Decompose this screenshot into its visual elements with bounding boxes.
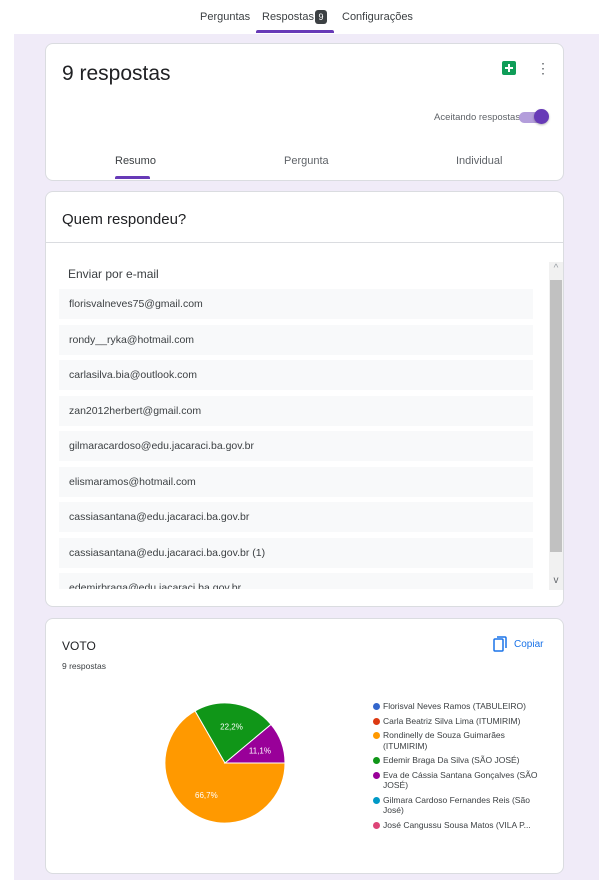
chart-legend: Florisval Neves Ramos (TABULEIRO) Carla B… [373,701,538,834]
email-row[interactable]: edemirbraga@edu.jacaraci.ba.gov.br [59,573,533,589]
tab-configuracoes[interactable]: Configurações [342,11,413,23]
legend-label: Eva de Cássia Santana Gonçalves (SÃO JOS… [383,769,538,791]
active-subtab-indicator [115,176,150,179]
legend-item: Rondinelly de Souza Guimarães (ITUMIRIM) [373,730,538,751]
question-response-count: 9 respostas [62,661,106,671]
email-row[interactable]: cassiasantana@edu.jacaraci.ba.gov.br (1) [59,537,533,568]
legend-swatch [373,703,380,710]
scroll-down-icon[interactable]: v [549,574,563,588]
pie-slice-label: 11,1% [249,746,271,755]
legend-item: Edemir Braga Da Silva (SÃO JOSÉ) [373,755,538,766]
email-list[interactable]: florisvalneves75@gmail.com rondy__ryka@h… [59,289,533,589]
legend-item: Eva de Cássia Santana Gonçalves (SÃO JOS… [373,770,538,791]
legend-item: Gilmara Cardoso Fernandes Reis (São José… [373,795,538,816]
tab-perguntas[interactable]: Perguntas [200,11,250,23]
legend-item: José Cangussu Sousa Matos (VILA P... [373,820,538,831]
tab-individual[interactable]: Individual [456,155,502,167]
legend-swatch [373,732,380,739]
pie-chart: 66,7% 22,2% 11,1% [165,703,285,823]
email-row[interactable]: carlasilva.bia@outlook.com [59,360,533,390]
email-row[interactable]: cassiasantana@edu.jacaraci.ba.gov.br [59,502,533,532]
legend-swatch [373,796,380,804]
email-list-header: Enviar por e-mail [68,267,159,281]
active-tab-indicator [256,30,334,33]
copy-icon[interactable] [493,636,507,652]
responses-count-badge: 9 [315,10,327,24]
legend-item: Carla Beatriz Silva Lima (ITUMIRIM) [373,716,538,727]
legend-label: Rondinelly de Souza Guimarães (ITUMIRIM) [383,730,505,751]
respondents-card: Quem respondeu? Enviar por e-mail floris… [45,191,564,607]
legend-label: Edemir Braga Da Silva (SÃO JOSÉ) [383,755,520,765]
legend-swatch [373,717,380,725]
legend-swatch [373,821,380,829]
email-row[interactable]: zan2012herbert@gmail.com [59,395,533,426]
scroll-thumb[interactable] [550,280,562,552]
legend-swatch [373,771,380,779]
legend-item: Florisval Neves Ramos (TABULEIRO) [373,701,538,712]
top-nav: Perguntas Respostas 9 Configurações [0,0,613,34]
tab-pergunta[interactable]: Pergunta [284,155,329,167]
pie-slice-label: 66,7% [195,791,218,800]
toggle-knob[interactable] [534,109,549,124]
divider [46,242,563,243]
legend-label: Florisval Neves Ramos (TABULEIRO) [383,701,526,711]
more-options-icon[interactable]: ⋮ [536,59,550,77]
summary-card: 9 respostas ⋮ Aceitando respostas Resumo… [45,43,564,181]
legend-label: Carla Beatriz Silva Lima (ITUMIRIM) [383,715,521,726]
pie-slice-label: 22,2% [220,722,243,731]
accepting-responses-label: Aceitando respostas [434,112,521,123]
respondents-title: Quem respondeu? [62,211,187,228]
question-title: VOTO [62,639,96,653]
email-row[interactable]: gilmaracardoso@edu.jacaraci.ba.gov.br [59,431,533,461]
legend-label: Gilmara Cardoso Fernandes Reis (São José… [383,794,530,816]
sheets-icon[interactable] [502,61,516,75]
email-row[interactable]: florisvalneves75@gmail.com [59,289,533,319]
responses-title: 9 respostas [62,62,171,85]
legend-swatch [373,757,380,764]
voto-card: VOTO 9 respostas Copiar 66,7% 22,2% 11,1% … [45,618,564,874]
tab-resumo[interactable]: Resumo [115,155,156,167]
tab-respostas[interactable]: Respostas [262,11,314,23]
email-row[interactable]: elismaramos@hotmail.com [59,466,533,497]
email-row[interactable]: rondy__ryka@hotmail.com [59,324,533,355]
legend-label: José Cangussu Sousa Matos (VILA P... [383,819,531,830]
scroll-up-icon[interactable]: ^ [549,262,563,276]
copy-button[interactable]: Copiar [514,639,543,650]
email-list-scrollbar[interactable]: ^ v [549,262,563,590]
